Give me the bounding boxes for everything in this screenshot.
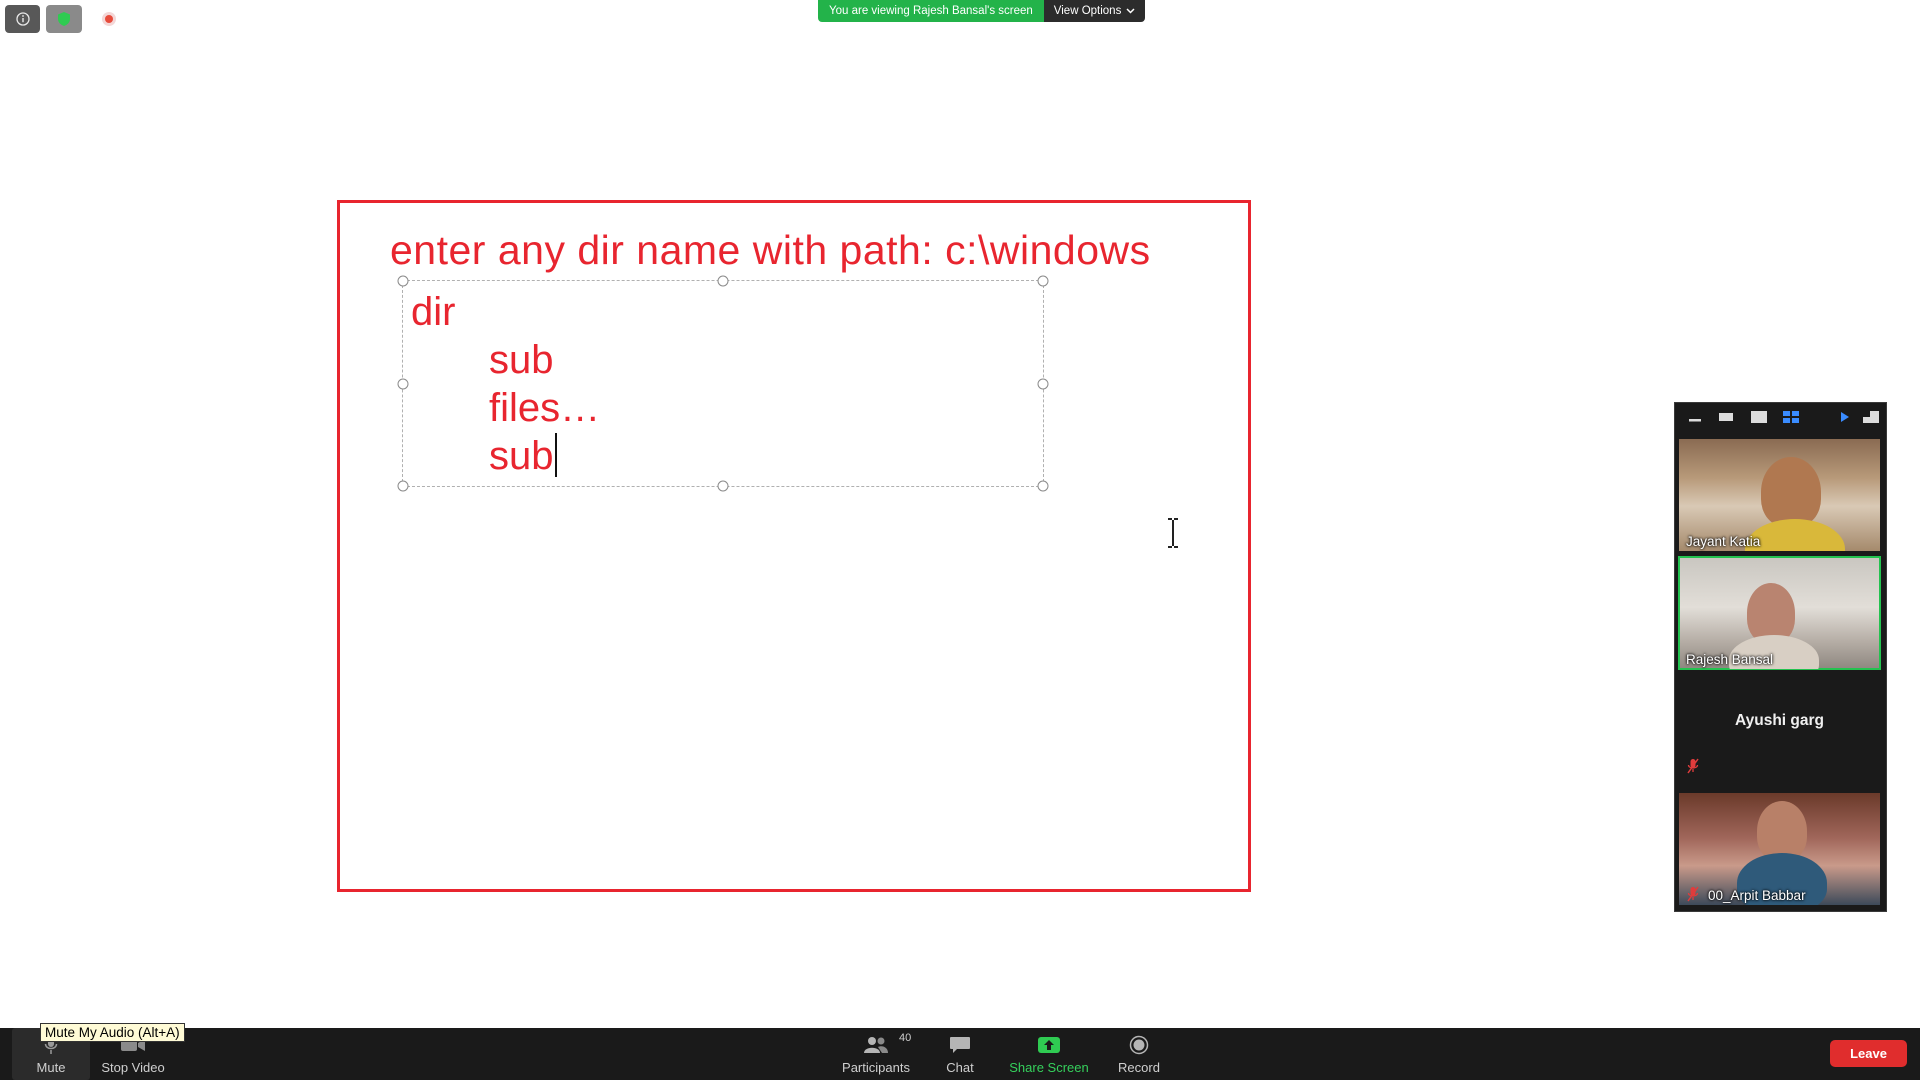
participant-video <box>1747 583 1795 643</box>
leave-button[interactable]: Leave <box>1830 1040 1907 1067</box>
muted-mic-icon <box>1687 886 1699 902</box>
chat-label: Chat <box>946 1060 974 1075</box>
participant-tile[interactable]: Ayushi garg <box>1679 675 1880 785</box>
meeting-info-button[interactable] <box>5 5 40 33</box>
meeting-window: You are viewing Rajesh Bansal's screen V… <box>0 0 1920 1080</box>
chat-icon <box>949 1033 971 1057</box>
text-cursor-icon <box>1168 518 1178 548</box>
shared-slide: enter any dir name with path: c:\windows… <box>337 200 1251 892</box>
next-page-icon[interactable] <box>1841 412 1849 422</box>
participant-name: 00_Arpit Babbar <box>1708 888 1806 903</box>
view-options-button[interactable]: View Options <box>1043 0 1146 22</box>
participant-video <box>1757 801 1807 861</box>
share-screen-icon <box>1037 1033 1061 1057</box>
expand-panel-icon[interactable] <box>1863 411 1879 423</box>
participant-tile[interactable]: Jayant Katia <box>1679 439 1880 551</box>
participants-label: Participants <box>842 1060 910 1075</box>
minimize-icon[interactable] <box>1689 419 1701 422</box>
chat-button[interactable]: Chat <box>930 1028 990 1080</box>
resize-handle[interactable] <box>397 275 409 287</box>
hide-video-icon[interactable] <box>1719 413 1733 421</box>
text-line: files… <box>489 386 601 430</box>
participant-tile[interactable]: 00_Arpit Babbar <box>1679 793 1880 905</box>
viewing-status-text: You are viewing Rajesh Bansal's screen <box>818 0 1044 22</box>
text-line: sub <box>489 338 554 382</box>
resize-handle[interactable] <box>397 480 409 492</box>
speaker-view-icon[interactable] <box>1751 411 1767 423</box>
resize-handle[interactable] <box>397 378 409 389</box>
shield-icon <box>58 12 70 26</box>
participant-name: Jayant Katia <box>1686 534 1761 549</box>
mute-label: Mute <box>36 1060 66 1075</box>
gallery-view-icon[interactable] <box>1783 411 1799 423</box>
stop-video-label: Stop Video <box>101 1060 165 1075</box>
recording-icon <box>102 12 116 26</box>
participants-icon <box>863 1033 889 1057</box>
record-label: Record <box>1118 1060 1160 1075</box>
text-line: dir <box>411 290 456 334</box>
slide-title: enter any dir name with path: c:\windows <box>390 227 1151 273</box>
resize-handle[interactable] <box>1037 378 1049 389</box>
participant-tile-active-speaker[interactable]: Rajesh Bansal <box>1678 556 1881 670</box>
meeting-toolbar: Mute Stop Video 40 Participants Chat Sha… <box>0 1028 1920 1080</box>
resize-handle[interactable] <box>717 480 729 492</box>
participant-name: Rajesh Bansal <box>1686 652 1774 667</box>
resize-handle[interactable] <box>717 275 729 287</box>
resize-handle[interactable] <box>1037 275 1049 287</box>
text-caret <box>554 433 557 477</box>
share-screen-label: Share Screen <box>1009 1060 1089 1075</box>
viewing-banner: You are viewing Rajesh Bansal's screen V… <box>818 0 1146 22</box>
text-line: sub <box>489 434 554 478</box>
mute-tooltip: Mute My Audio (Alt+A) <box>40 1023 185 1042</box>
record-icon <box>1129 1033 1149 1057</box>
view-options-label: View Options <box>1053 5 1122 17</box>
participant-gallery-panel: Jayant Katia Rajesh Bansal Ayushi garg 0… <box>1674 402 1887 912</box>
share-screen-button[interactable]: Share Screen <box>1002 1028 1096 1080</box>
security-button[interactable] <box>46 5 82 33</box>
info-icon <box>15 12 30 26</box>
panel-toolbar <box>1675 403 1886 431</box>
text-line-with-caret: sub <box>489 433 557 479</box>
participant-video <box>1761 457 1821 527</box>
record-button[interactable]: Record <box>1108 1028 1170 1080</box>
selected-text-box[interactable]: dir sub files… sub <box>397 275 1049 492</box>
participant-name: Ayushi garg <box>1735 712 1824 729</box>
muted-mic-icon <box>1687 758 1699 774</box>
chevron-down-icon <box>1126 8 1135 14</box>
resize-handle[interactable] <box>1037 480 1049 492</box>
participants-button[interactable]: Participants <box>834 1028 918 1080</box>
